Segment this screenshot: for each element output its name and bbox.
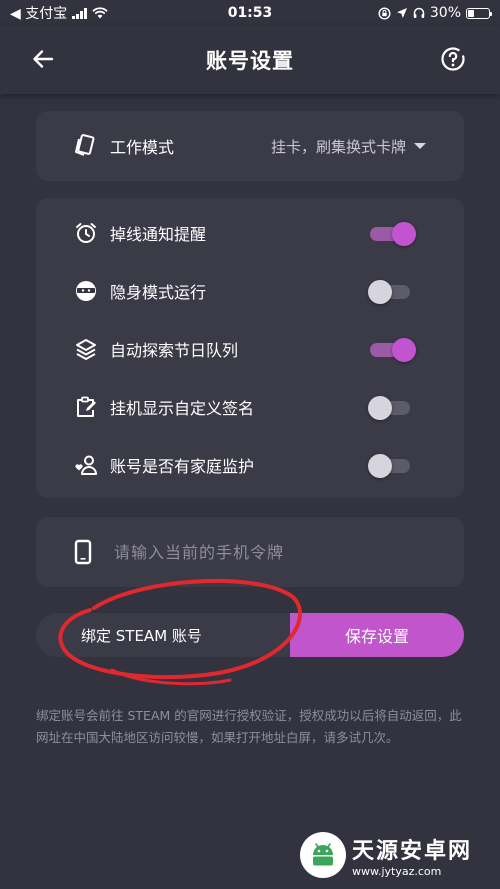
bind-steam-button[interactable]: 绑定 STEAM 账号 [36, 613, 290, 657]
status-left: ◀ 支付宝 [10, 3, 108, 23]
toggle-switch-family-guard[interactable] [368, 454, 412, 478]
headphones-icon [413, 7, 425, 18]
toggle-row-family-guard: 账号是否有家庭监护 [36, 436, 464, 494]
rotation-lock-icon [378, 6, 391, 20]
signal-icon [72, 7, 88, 19]
page-title: 账号设置 [206, 49, 294, 73]
android-logo-icon [300, 832, 346, 878]
cards-icon [75, 134, 95, 156]
battery-icon [466, 7, 492, 19]
alarm-clock-icon [74, 221, 98, 245]
token-card [36, 517, 464, 587]
work-mode-value: 挂卡，刷集换式卡牌 [270, 137, 406, 156]
action-row: 绑定 STEAM 账号 保存设置 [36, 613, 464, 657]
work-mode-dropdown[interactable]: 挂卡，刷集换式卡牌 [271, 136, 426, 157]
ninja-icon [74, 279, 98, 303]
toggle-row-festival-queue: 自动探索节日队列 [36, 320, 464, 378]
location-icon [396, 8, 407, 18]
watermark-url: www.jytyaz.com [352, 864, 442, 878]
carrier-label: ◀ 支付宝 [10, 6, 68, 22]
toggle-row-offline-notify: 掉线通知提醒 [36, 204, 464, 262]
toggle-label: 隐身模式运行 [110, 283, 207, 302]
app-header: 账号设置 [0, 26, 500, 94]
watermark-name: 天源安卓网 [352, 838, 473, 864]
save-settings-button[interactable]: 保存设置 [290, 613, 464, 657]
toggle-label: 自动探索节日队列 [110, 341, 239, 360]
back-button[interactable] [28, 44, 58, 74]
layers-icon [74, 337, 98, 361]
token-input[interactable] [114, 542, 426, 562]
watermark-text: 天源安卓网 www.jytyaz.com [352, 833, 472, 878]
toggle-switch-offline-notify[interactable] [370, 222, 416, 246]
family-guard-icon [74, 453, 98, 477]
caret-down-icon [414, 143, 426, 149]
toggle-label: 掉线通知提醒 [110, 225, 207, 244]
toggle-row-custom-signature: 挂机显示自定义签名 [36, 378, 464, 436]
toggle-label: 账号是否有家庭监护 [110, 457, 255, 476]
work-mode-label: 工作模式 [110, 138, 175, 157]
help-button[interactable] [438, 44, 468, 74]
toggle-switch-festival-queue[interactable] [370, 338, 416, 362]
watermark: 天源安卓网 www.jytyaz.com [300, 832, 472, 878]
toggle-switch-custom-signature[interactable] [368, 396, 412, 420]
status-bar: ◀ 支付宝 01:53 30% [0, 0, 500, 26]
arrow-left-icon [33, 50, 54, 68]
status-right: 30% [378, 5, 492, 21]
toggles-card: 掉线通知提醒 隐身模式运行 自动探索节日队列 挂机显示自定义签名 账号是否有家庭… [36, 198, 464, 498]
phone-icon [74, 539, 92, 565]
toggle-switch-stealth-mode[interactable] [368, 280, 412, 304]
toggle-label: 挂机显示自定义签名 [110, 399, 255, 418]
clipboard-edit-icon [74, 395, 98, 419]
battery-percent: 30% [429, 5, 461, 21]
bind-note: 绑定账号会前往 STEAM 的官网进行授权验证，授权成功以后将自动返回，此网址在… [36, 708, 462, 745]
toggle-row-stealth-mode: 隐身模式运行 [36, 262, 464, 320]
work-mode-card: 工作模式 挂卡，刷集换式卡牌 [36, 111, 464, 181]
help-circle-icon [441, 47, 465, 71]
wifi-icon [92, 7, 108, 19]
